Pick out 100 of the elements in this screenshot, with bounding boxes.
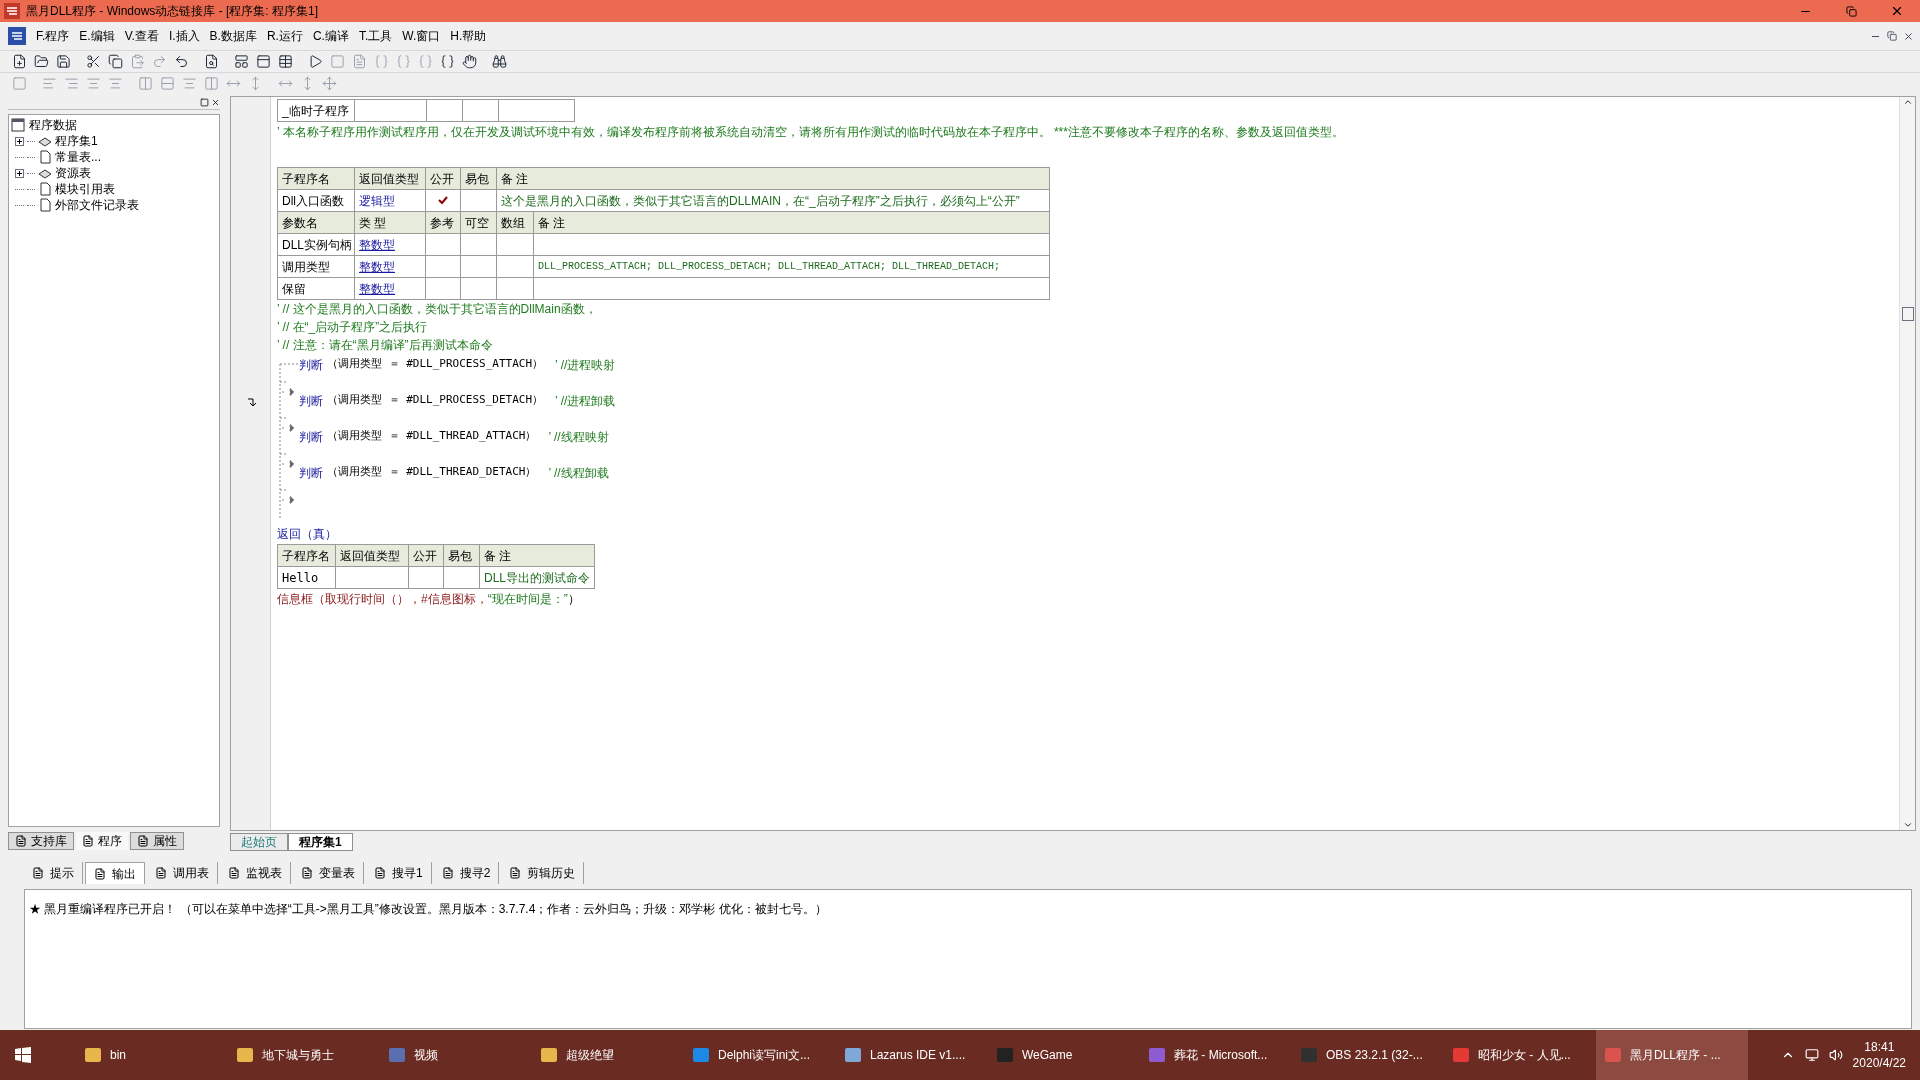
table-cell: Dll入口函数	[278, 190, 355, 211]
scroll-down-icon[interactable]	[1902, 820, 1913, 830]
comment-line: ’ // 注意：请在“黑月编译”后再测试本命令	[277, 337, 493, 354]
table-cell: Hello	[278, 567, 336, 588]
close-icon[interactable]	[1903, 30, 1914, 42]
column-header: 返回值类型	[336, 545, 409, 566]
taskbar-item[interactable]: 视频	[380, 1030, 532, 1080]
code-line: 信息框（取现行时间（），#信息图标，“现在时间是：”）	[277, 591, 580, 608]
menu-item[interactable]: B.数据库	[209, 27, 257, 45]
code-condition: （调用类型 ＝ #DLL_PROCESS_DETACH）	[327, 392, 544, 408]
window-title: 黑月DLL程序 - Windows动态链接库 - [程序集: 程序集1]	[26, 3, 319, 20]
output-tab[interactable]: 输出	[85, 862, 145, 884]
comment-line: ’ // 这个是黑月的入口函数，类似于其它语言的DllMain函数，	[277, 301, 597, 318]
restore-icon[interactable]	[1845, 5, 1857, 17]
output-tab[interactable]: 提示	[24, 862, 83, 884]
output-line: ★ 黑月重编译程序已开启！ （可以在菜单中选择“工具->黑月工具”修改设置。黑月版本：3.7.7.4；作者：云外归鸟；升级：邓学彬 优化：被封七号。）	[29, 901, 827, 918]
clock-time: 18:41	[1864, 1039, 1895, 1055]
code-comment: ’ //进程映射	[555, 357, 616, 374]
column-header: 备 注	[534, 212, 1050, 233]
taskbar-item[interactable]: 地下城与勇士	[228, 1030, 380, 1080]
column-header: 易包	[444, 545, 480, 566]
taskbar-item[interactable]: 昭和少女 - 人见...	[1444, 1030, 1596, 1080]
document-icon	[137, 835, 149, 847]
return-statement: 返回（真）	[277, 526, 337, 543]
tree-item[interactable]: 资源表	[55, 164, 91, 182]
menu-item[interactable]: C.编译	[312, 27, 349, 45]
document-icon	[38, 198, 52, 212]
tree-item[interactable]: 程序集1	[55, 132, 98, 150]
comment-line: ’ // 在“_启动子程序”之后执行	[277, 319, 428, 336]
taskbar-item[interactable]: 葬花 - Microsoft...	[1140, 1030, 1292, 1080]
tree-item[interactable]: 常量表...	[55, 148, 101, 166]
document-icon	[38, 150, 52, 164]
menu-item[interactable]: T.工具	[358, 27, 393, 45]
table-cell: DLL导出的测试命令	[480, 567, 595, 588]
volume-icon[interactable]	[1828, 1048, 1843, 1062]
output-tab[interactable]: 搜寻1	[366, 862, 432, 884]
check-icon[interactable]	[438, 196, 448, 205]
scrollbar-thumb[interactable]	[1901, 306, 1914, 321]
menu-item[interactable]: W.窗口	[402, 27, 441, 45]
column-header: 返回值类型	[355, 168, 426, 189]
close-icon[interactable]	[211, 98, 220, 107]
scroll-up-icon[interactable]	[1902, 97, 1913, 107]
expand-icon[interactable]	[15, 168, 24, 178]
column-header: 子程序名	[278, 168, 355, 189]
column-header: 参考	[426, 212, 461, 233]
table-cell: DLL_PROCESS_ATTACH; DLL_PROCESS_DETACH; DLL_THREAD_ATTACH; DLL_THREAD_DETACH;	[534, 256, 1050, 277]
column-header: 公开	[409, 545, 444, 566]
output-tab[interactable]: 调用表	[147, 862, 218, 884]
column-header: 数组	[497, 212, 534, 233]
expand-icon[interactable]	[15, 136, 24, 146]
taskbar-item[interactable]: 超级绝望	[532, 1030, 684, 1080]
app-icon	[1604, 1046, 1622, 1064]
table-cell: 整数型	[355, 278, 426, 299]
document-icon	[301, 867, 313, 879]
document-icon	[15, 835, 27, 847]
menu-item[interactable]: H.帮助	[450, 27, 487, 45]
document-icon	[94, 867, 106, 880]
app-icon	[692, 1046, 710, 1064]
maximize-icon[interactable]	[200, 98, 209, 107]
code-condition: （调用类型 ＝ #DLL_THREAD_DETACH）	[327, 464, 537, 480]
menu-item[interactable]: I.插入	[168, 27, 200, 45]
menu-item[interactable]: R.运行	[266, 27, 303, 45]
panel-tab[interactable]: 属性	[130, 832, 184, 850]
restore-icon[interactable]	[1887, 30, 1897, 41]
code-keyword: 判断	[299, 465, 323, 482]
document-icon	[441, 867, 454, 879]
output-tab[interactable]: 剪辑历史	[501, 862, 585, 884]
app-icon	[388, 1046, 406, 1064]
menu-item[interactable]: E.编辑	[79, 27, 115, 45]
output-tab[interactable]: 监视表	[220, 862, 291, 884]
output-tab[interactable]: 搜寻2	[433, 862, 500, 884]
taskbar-item[interactable]: Lazarus IDE v1....	[836, 1030, 988, 1080]
tree-item[interactable]: 模块引用表	[55, 180, 115, 198]
taskbar-item[interactable]: 黑月DLL程序 - ...	[1596, 1030, 1748, 1080]
vertical-scrollbar[interactable]	[1899, 97, 1915, 830]
comment-line: ’ 本名称子程序用作测试程序用，仅在开发及调试环境中有效，编译发布程序前将被系统自动清空，请将所有用作测试的临时代码放在本子程序中。 ***注意不要修改本子程序的名称、参数及返回值类型。	[277, 123, 1345, 141]
clock-date: 2020/4/22	[1852, 1055, 1906, 1071]
tree-item[interactable]: 外部文件记录表	[55, 196, 139, 214]
taskbar-item[interactable]: bin	[76, 1030, 228, 1080]
tree-item[interactable]: 程序数据	[29, 116, 77, 134]
app-icon	[84, 1046, 102, 1064]
document-tab[interactable]: 起始页	[230, 833, 288, 851]
document-tab[interactable]: 程序集1	[288, 833, 353, 851]
taskbar-item[interactable]: Delphi读写ini文...	[684, 1030, 836, 1080]
column-header: 参数名	[278, 212, 355, 233]
output-tab[interactable]: 变量表	[293, 862, 364, 884]
code-keyword: 判断	[299, 357, 323, 374]
menu-item[interactable]: F.程序	[36, 27, 70, 45]
document-icon	[374, 867, 386, 879]
document-icon	[38, 182, 52, 196]
taskbar-item[interactable]: WeGame	[988, 1030, 1140, 1080]
panel-tab[interactable]: 支持库	[8, 832, 74, 850]
panel-tab[interactable]: 程序	[76, 832, 128, 850]
document-icon	[82, 835, 94, 847]
menu-item[interactable]: V.查看	[124, 27, 159, 45]
app-icon	[1148, 1046, 1166, 1064]
table-cell: 逻辑型	[355, 190, 426, 211]
table-cell: 整数型	[355, 234, 426, 255]
close-icon[interactable]	[1890, 4, 1904, 18]
taskbar-item[interactable]: OBS 23.2.1 (32-...	[1292, 1030, 1444, 1080]
